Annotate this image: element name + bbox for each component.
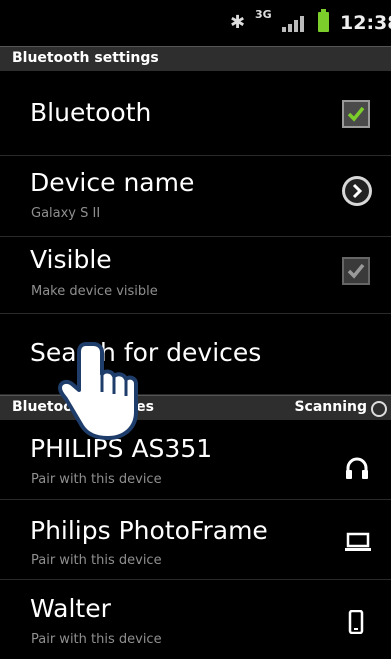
device-name-label: Device name [30, 168, 195, 197]
network-type: 3G [255, 8, 272, 21]
bluetooth-checkbox[interactable] [342, 100, 370, 128]
bluetooth-icon: ✱ [230, 12, 246, 33]
device-row[interactable]: Walter Pair with this device [0, 580, 391, 659]
device-subtitle: Pair with this device [31, 472, 162, 487]
visible-toggle-row[interactable]: Visible Make device visible [0, 237, 391, 314]
signal-icon [282, 16, 304, 32]
bluetooth-toggle-row[interactable]: Bluetooth [0, 71, 391, 156]
section-title: Bluetooth settings [12, 50, 159, 66]
checkmark-icon [347, 106, 365, 122]
status-bar: ✱ 3G 12:38 [0, 0, 391, 44]
section-header-settings: Bluetooth settings [0, 46, 391, 71]
checkmark-icon [347, 263, 365, 279]
clock: 12:38 [340, 12, 391, 34]
device-name-row[interactable]: Device name Galaxy S II [0, 156, 391, 237]
scanning-label: Scanning [294, 399, 367, 415]
battery-icon [318, 9, 329, 32]
bluetooth-label: Bluetooth [30, 98, 152, 127]
device-name: Philips PhotoFrame [30, 516, 268, 545]
visible-checkbox[interactable] [342, 257, 370, 285]
device-subtitle: Pair with this device [31, 632, 162, 647]
chevron-right-icon[interactable] [342, 176, 372, 206]
device-name: Walter [30, 594, 111, 623]
headphones-icon [346, 457, 368, 479]
phone-icon [348, 610, 364, 634]
tap-hand-icon [58, 342, 138, 440]
visible-subtitle: Make device visible [31, 284, 158, 299]
laptop-icon [345, 532, 371, 551]
visible-label: Visible [30, 245, 112, 274]
device-name-value: Galaxy S II [31, 206, 101, 221]
device-subtitle: Pair with this device [31, 553, 162, 568]
scanning-spinner-icon [371, 401, 387, 417]
device-row[interactable]: Philips PhotoFrame Pair with this device [0, 500, 391, 580]
